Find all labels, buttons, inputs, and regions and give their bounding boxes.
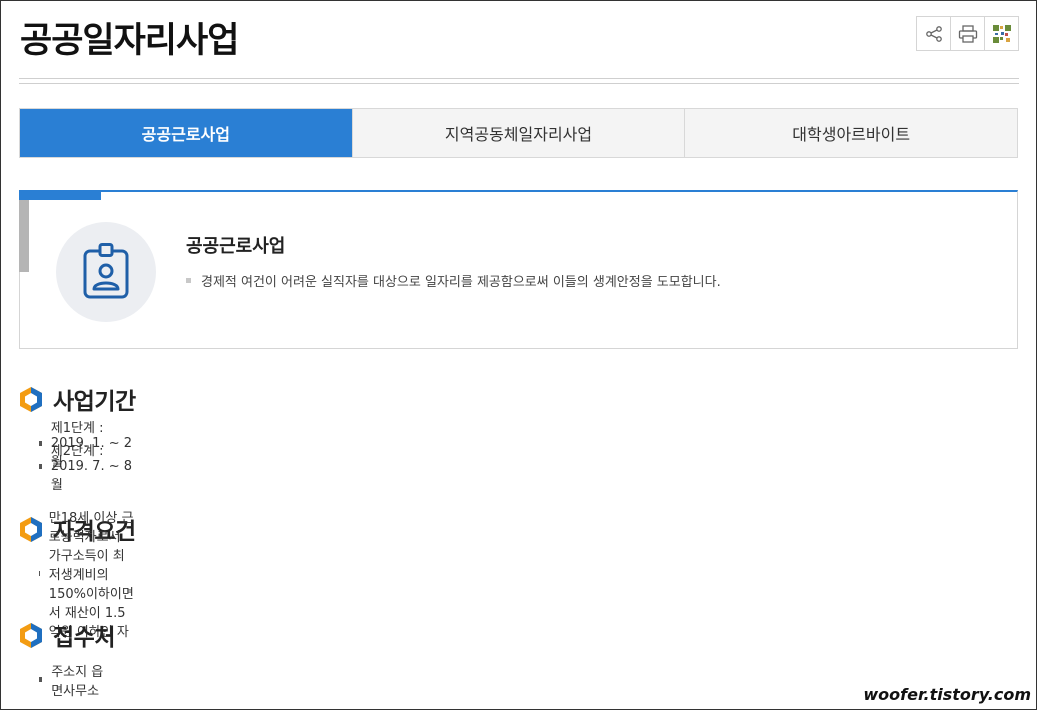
tab-student-parttime[interactable]: 대학생아르바이트 bbox=[684, 109, 1017, 157]
bullet-square bbox=[39, 441, 42, 446]
hexagon-icon bbox=[20, 386, 42, 412]
info-accent-left bbox=[19, 200, 29, 272]
section-heading: 사업기간 bbox=[19, 382, 136, 416]
hexagon-icon bbox=[20, 622, 42, 648]
info-description: 경제적 여건이 어려운 실직자를 대상으로 일자리를 제공함으로써 이들의 생계… bbox=[186, 271, 721, 290]
section-period: 사업기간 제1단계 : 2019. 1. ~ 2월 제2단계 : 2019. 7… bbox=[19, 382, 136, 493]
info-accent-top bbox=[19, 190, 101, 200]
page-tools bbox=[916, 16, 1019, 51]
info-title: 공공근로사업 bbox=[186, 236, 286, 257]
bullet-square bbox=[39, 464, 42, 469]
tab-bar: 공공근로사업 지역공동체일자리사업 대학생아르바이트 bbox=[19, 108, 1018, 158]
tab-community-jobs[interactable]: 지역공동체일자리사업 bbox=[351, 109, 685, 157]
list-item-text: 제2단계 : 2019. 7. ~ 8월 bbox=[50, 444, 133, 493]
program-info-box: 공공근로사업 경제적 여건이 어려운 실직자를 대상으로 일자리를 제공함으로써… bbox=[19, 190, 1018, 349]
id-badge-icon bbox=[83, 243, 129, 299]
share-icon bbox=[925, 25, 942, 42]
section-reception: 접수처 주소지 읍면사무소 bbox=[19, 618, 115, 699]
info-icon-circle bbox=[56, 222, 156, 322]
section-list: 주소지 읍면사무소 bbox=[39, 665, 115, 699]
page-title: 공공일자리사업 bbox=[20, 21, 239, 61]
section-list: 만18세 이상 근로능력자로서 가구소득이 최저생계비의 150%이하이면서 재… bbox=[39, 511, 136, 640]
info-description-text: 경제적 여건이 어려운 실직자를 대상으로 일자리를 제공함으로써 이들의 생계… bbox=[201, 275, 721, 290]
watermark: woofer.tistory.com bbox=[863, 685, 1031, 704]
section-title: 접수처 bbox=[53, 625, 115, 651]
list-item: 제2단계 : 2019. 7. ~ 8월 bbox=[39, 444, 136, 493]
window-frame bbox=[0, 0, 1037, 710]
section-list: 제1단계 : 2019. 1. ~ 2월 제2단계 : 2019. 7. ~ 8… bbox=[39, 421, 136, 493]
bullet-square bbox=[39, 677, 43, 682]
bullet-square bbox=[186, 278, 191, 283]
print-icon bbox=[958, 24, 977, 43]
qr-code-button[interactable] bbox=[984, 17, 1018, 50]
tab-public-works[interactable]: 공공근로사업 bbox=[20, 109, 352, 157]
bullet-square bbox=[39, 571, 40, 576]
list-item: 주소지 읍면사무소 bbox=[39, 665, 115, 699]
title-divider bbox=[19, 78, 1019, 84]
print-button[interactable] bbox=[950, 17, 984, 50]
hexagon-icon bbox=[20, 516, 42, 542]
section-title: 사업기간 bbox=[53, 389, 136, 415]
share-button[interactable] bbox=[917, 17, 950, 50]
list-item-text: 주소지 읍면사무소 bbox=[51, 664, 104, 699]
list-item: 만18세 이상 근로능력자로서 가구소득이 최저생계비의 150%이하이면서 재… bbox=[39, 511, 136, 640]
section-heading: 접수처 bbox=[19, 618, 115, 652]
qr-code-icon bbox=[991, 23, 1012, 44]
section-eligibility: 자격요건 만18세 이상 근로능력자로서 가구소득이 최저생계비의 150%이하… bbox=[19, 511, 136, 640]
